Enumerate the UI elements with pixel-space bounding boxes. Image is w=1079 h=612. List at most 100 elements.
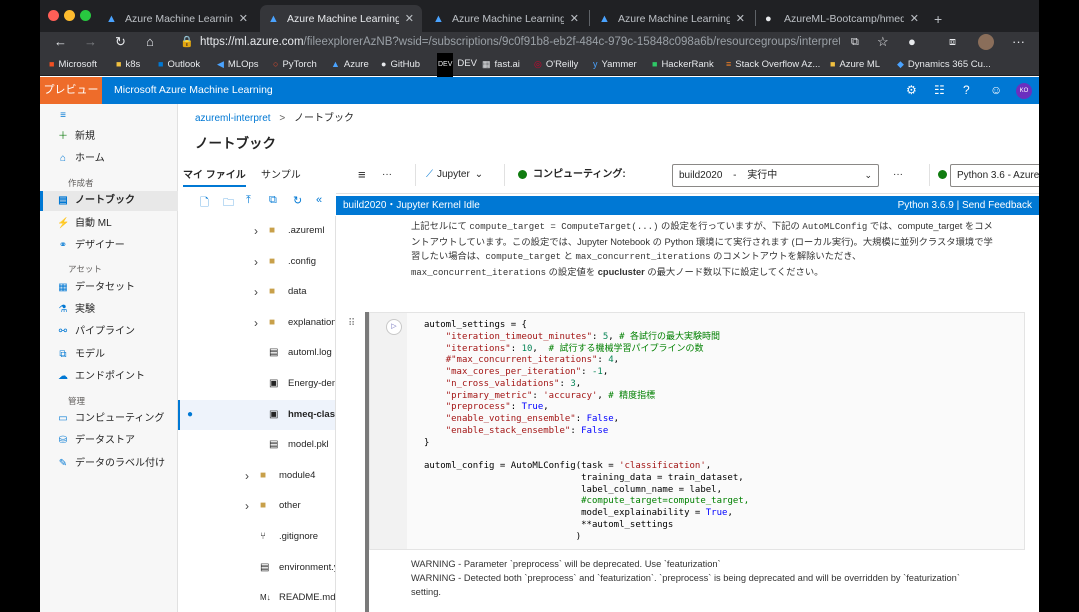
minimize-window-button[interactable]	[64, 10, 75, 21]
bookmark-item[interactable]: ◆ Dynamics 365 Cu...	[897, 52, 991, 76]
browser-tab[interactable]: ● AzureML-Bootcamp/hmeq-cla ✕	[757, 5, 927, 32]
close-tab-icon[interactable]: ✕	[405, 12, 414, 25]
compute-more-icon[interactable]: ···	[893, 156, 903, 194]
bookmark-item[interactable]: y Yammer	[593, 52, 637, 76]
back-icon[interactable]: ←	[54, 32, 67, 52]
kernel-select[interactable]: Python 3.6 - Azure... ⌄	[950, 164, 1039, 187]
file-tree-item[interactable]: ▤ environment.yml	[178, 553, 335, 583]
nav-item-models[interactable]: ⧉ モデル	[40, 345, 178, 365]
forward-icon[interactable]: →	[84, 32, 97, 52]
browser-tab[interactable]: ▲ Azure Machine Learning studio ✕	[98, 5, 256, 32]
profile-avatar[interactable]	[978, 34, 994, 50]
file-tree-item[interactable]: › ■ module4	[178, 461, 335, 491]
bookmark-item[interactable]: ≡ Stack Overflow Az...	[726, 52, 820, 76]
close-tab-icon[interactable]: ✕	[736, 12, 745, 25]
bookmark-item[interactable]: ■ Outlook	[158, 52, 200, 76]
file-tree-item[interactable]: › ■ .config	[178, 247, 335, 277]
nav-item-home[interactable]: ⌂ ホーム	[40, 149, 178, 169]
product-name[interactable]: Microsoft Azure Machine Learning	[114, 77, 273, 104]
bookmark-item[interactable]: ■ Azure ML	[830, 52, 880, 76]
browser-tab[interactable]: ▲ Azure Machine Learning studio ✕	[425, 5, 587, 32]
copy-icon[interactable]: ⧉	[269, 194, 277, 207]
home-icon[interactable]: ⌂	[146, 32, 154, 52]
bookmark-item[interactable]: ◀ MLOps	[217, 52, 259, 76]
notifications-icon[interactable]: ☷	[934, 77, 945, 104]
nav-item-new[interactable]: ＋新規	[40, 127, 178, 147]
browser-tab-active[interactable]: ▲ Azure Machine Learning studio ✕	[260, 5, 422, 32]
run-cell-icon[interactable]: ▷	[386, 319, 402, 335]
bookmark-item[interactable]: ◎ O'Reilly	[534, 52, 578, 76]
bookmark-item[interactable]: DEV DEV	[437, 52, 477, 77]
upload-icon[interactable]: ⤒	[246, 194, 251, 207]
address-bar[interactable]: https://ml.azure.com/fileexplorerAzNB?ws…	[200, 33, 840, 51]
star-icon[interactable]: ☆	[877, 32, 889, 52]
collapse-pane-icon[interactable]: «	[316, 194, 322, 206]
bookmark-item[interactable]: ▲ Azure	[331, 52, 369, 76]
file-tree-item[interactable]: M↓ README.md	[178, 583, 335, 612]
jupyter-menu[interactable]: ⟋ Jupyter ⌄	[426, 156, 483, 194]
markdown-cell[interactable]: 上記セルにて compute_target = ComputeTarget(..…	[411, 219, 997, 280]
nav-menu-toggle[interactable]: ≡	[40, 106, 178, 126]
drag-handle-icon[interactable]: ⠿	[348, 318, 355, 329]
bookmark-item[interactable]: ○ PyTorch	[273, 52, 317, 76]
file-tree-item[interactable]: ▤ automl.log	[178, 338, 335, 368]
reload-icon[interactable]: ↻	[115, 32, 126, 52]
browser-tab[interactable]: ▲ Azure Machine Learning studio ✕	[591, 5, 753, 32]
chevron-right-icon[interactable]: ›	[254, 277, 258, 307]
nav-item-compute[interactable]: ▭ コンピューティング	[40, 409, 178, 429]
close-tab-icon[interactable]: ✕	[570, 12, 579, 25]
open-external-icon[interactable]: ⧉	[851, 32, 859, 52]
nav-item-endpoints[interactable]: ☁ エンドポイント	[40, 367, 178, 387]
file-tree-item[interactable]: ⑂ .gitignore	[178, 522, 335, 552]
chevron-right-icon[interactable]: ›	[254, 308, 258, 338]
file-tree-item[interactable]: › ■ .azureml	[178, 216, 335, 246]
bookmark-item[interactable]: ■ HackerRank	[652, 52, 714, 76]
refresh-icon[interactable]: ↻	[293, 194, 302, 207]
more-actions-icon[interactable]: ···	[382, 156, 392, 194]
file-tree-item[interactable]: › ■ other	[178, 491, 335, 521]
new-file-icon[interactable]: 🗋	[200, 194, 209, 213]
chevron-right-icon[interactable]: ›	[245, 491, 249, 521]
close-window-button[interactable]	[48, 10, 59, 21]
nav-item-automl[interactable]: ⚡ 自動 ML	[40, 214, 178, 234]
github-extension-icon[interactable]: ●	[908, 32, 916, 52]
settings-icon[interactable]: ⚙	[906, 77, 917, 104]
file-tree-item[interactable]: › ■ data	[178, 277, 335, 307]
collections-icon[interactable]: ⧈	[949, 32, 956, 52]
new-tab-button[interactable]: +	[926, 5, 946, 32]
bookmark-item[interactable]: ● GitHub	[381, 52, 420, 76]
feedback-icon[interactable]: ☺	[990, 77, 1002, 104]
nav-item-designer[interactable]: ⚭ デザイナー	[40, 236, 178, 256]
bookmark-item[interactable]: ▦ fast.ai	[482, 52, 520, 76]
more-menu-icon[interactable]: ···	[1012, 32, 1025, 52]
file-tree-item[interactable]: › ■ explanation	[178, 308, 335, 338]
chevron-right-icon[interactable]: ›	[254, 216, 258, 246]
toc-icon[interactable]: ≡	[358, 156, 366, 194]
bookmark-item[interactable]: ■ k8s	[116, 52, 140, 76]
file-tree-item[interactable]: ● ▣ hmeq-classification-	[178, 399, 335, 430]
maximize-window-button[interactable]	[80, 10, 91, 21]
nav-item-pipelines[interactable]: ⚯ パイプライン	[40, 322, 178, 342]
breadcrumb-workspace[interactable]: azureml-interpret	[195, 113, 271, 124]
tab-my-files[interactable]: マイ ファイル	[183, 166, 246, 187]
chevron-right-icon[interactable]: ›	[254, 247, 258, 277]
preview-badge[interactable]: プレビュー	[40, 77, 102, 104]
send-feedback-link[interactable]: Python 3.6.9 | Send Feedback	[898, 196, 1032, 215]
file-tree-item[interactable]: ▣ Energy-demand-fore	[178, 369, 335, 399]
help-icon[interactable]: ?	[963, 77, 970, 104]
nav-item-datasets[interactable]: ▦ データセット	[40, 278, 178, 298]
code-cell[interactable]: ▷ automl_settings = { "iteration_timeout…	[369, 312, 1025, 550]
tab-samples[interactable]: サンプル	[261, 166, 301, 181]
nav-item-notebooks[interactable]: ▤ ノートブック	[40, 191, 178, 211]
file-tree-item[interactable]: ▤ model.pkl	[178, 430, 335, 460]
avatar[interactable]: KO	[1016, 83, 1032, 99]
nav-item-datastores[interactable]: ⛁ データストア	[40, 431, 178, 451]
code-editor[interactable]: automl_settings = { "iteration_timeout_m…	[424, 320, 749, 543]
bookmark-item[interactable]: ■ Microsoft	[49, 52, 97, 76]
new-folder-icon[interactable]: 🗀	[223, 194, 234, 213]
nav-item-labeling[interactable]: ✎ データのラベル付け	[40, 454, 178, 474]
nav-item-experiments[interactable]: ⚗ 実験	[40, 300, 178, 320]
compute-select[interactable]: build2020 - 実行中 ⌄	[672, 164, 879, 187]
close-tab-icon[interactable]: ✕	[910, 12, 919, 25]
chevron-right-icon[interactable]: ›	[245, 461, 249, 491]
